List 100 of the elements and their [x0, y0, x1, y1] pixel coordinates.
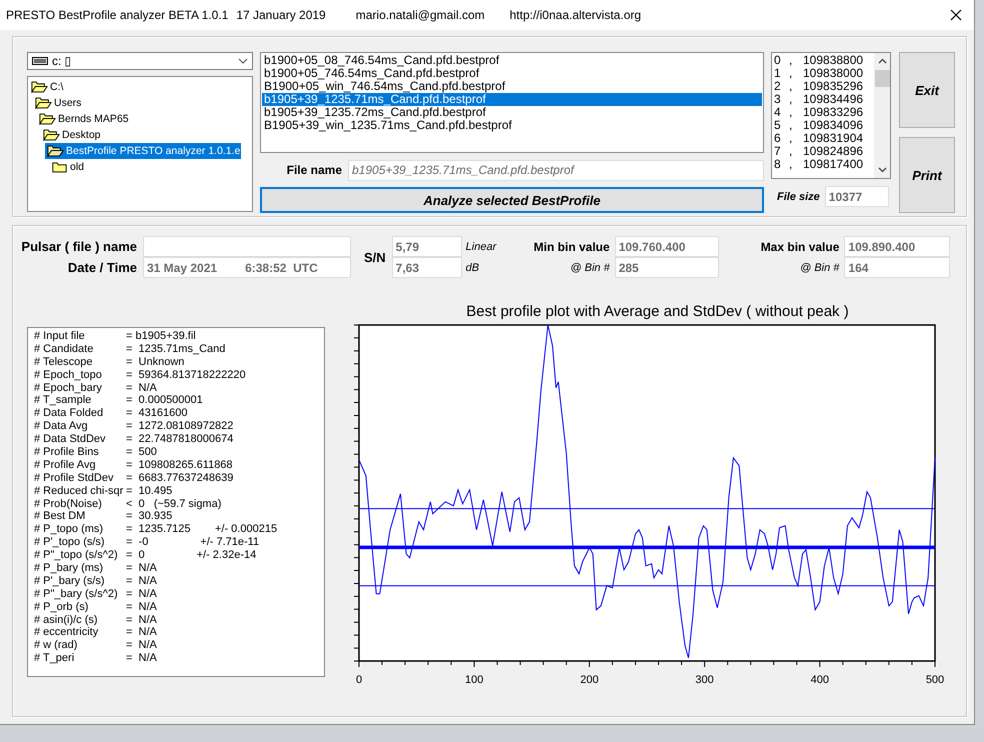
separator: , [789, 132, 794, 145]
file-item[interactable]: b1900+05_08_746.54ms_Cand.pfd.bestprof [262, 54, 762, 67]
header-value: = 0.000500001 [126, 394, 203, 408]
bin-value: 109838800 [803, 54, 864, 67]
header-key: # Data StdDev [34, 433, 126, 446]
close-icon[interactable] [950, 9, 962, 21]
file-name-field[interactable]: b1905+39_1235.71ms_Cand.pfd.bestprof [348, 160, 764, 180]
header-value: = N/A [126, 600, 157, 614]
field-label: Max bin value [760, 240, 840, 254]
analyze-button[interactable]: Analyze selected BestProfile [260, 187, 764, 213]
scroll-up-icon[interactable] [878, 58, 886, 64]
x-tick-label: 100 [465, 674, 484, 686]
time-value: 6:38:52 UTC [245, 260, 318, 274]
file-item[interactable]: B1900+05_win_746.54ms_Cand.pfd.bestprof [262, 80, 762, 93]
separator: , [789, 119, 794, 132]
file-item[interactable]: B1905+39_win_1235.71ms_Cand.pfd.bestprof [262, 119, 762, 132]
pulsar-name-field[interactable] [143, 236, 351, 257]
folder-item[interactable]: C:\ [29, 79, 64, 95]
bin-index: 5 [774, 119, 782, 132]
file-item[interactable]: b1905+39_1235.72ms_Cand.pfd.bestprof [262, 106, 762, 119]
bin-value: 109831904 [803, 132, 864, 145]
plot-title: Best profile plot with Average and StdDev ( without peak ) [465, 302, 850, 322]
field-label: Pulsar ( file ) name [20, 239, 138, 254]
header-value: = 43161600 [126, 407, 188, 420]
website-url: http://i0naa.altervista.org [510, 8, 642, 22]
header-value: = N/A [126, 574, 157, 588]
folder-item[interactable]: Bernds MAP65 [29, 111, 130, 127]
separator: , [789, 93, 794, 106]
min-bin-value-field: 109.760.400 [614, 236, 719, 257]
bin-value: 109835296 [803, 80, 864, 93]
header-key: # Candidate [34, 342, 126, 356]
header-key: # Data Avg [34, 420, 126, 434]
header-key: # Input file [34, 330, 126, 343]
field-label: @ Bin # [569, 262, 611, 274]
header-value: = b1905+39.fil [126, 330, 196, 343]
author-email: mario.natali@gmail.com [356, 8, 485, 22]
min-bin-index-field: 285 [614, 257, 719, 278]
header-key: # P_orb (s) [34, 600, 126, 614]
header-value: = 1235.7125 +/- 0.000215 [126, 523, 278, 536]
action-button[interactable]: Print [899, 137, 955, 213]
header-key: # Epoch_bary [34, 382, 126, 394]
header-key: # Data Folded [34, 407, 126, 420]
bin-value: 109824896 [803, 145, 864, 158]
bin-value: 109833296 [803, 106, 864, 119]
scroll-thumb[interactable] [874, 70, 890, 87]
separator: , [789, 106, 794, 119]
folder-item[interactable]: BestProfile PRESTO analyzer 1.0.1.e [45, 143, 242, 159]
header-value: = N/A [126, 614, 157, 626]
bin-value: 109834096 [803, 119, 864, 132]
separator: , [789, 158, 794, 171]
header-key: # Profile StdDev [34, 472, 126, 485]
bin-index: 4 [774, 106, 782, 119]
window-title: PRESTO BestProfile analyzer BETA 1.0.1 [6, 8, 228, 22]
bin-value: 109834496 [803, 93, 864, 106]
header-key: # P'_topo (s/s) [34, 536, 126, 550]
folder-item[interactable]: Desktop [29, 127, 102, 143]
field-label: File size [777, 190, 820, 202]
folder-item[interactable]: Users [29, 95, 82, 111]
header-value: = 6683.77637248639 [126, 472, 234, 485]
bin-index: 8 [774, 158, 782, 171]
separator: , [789, 145, 794, 158]
file-size-field: 10377 [824, 186, 889, 207]
drive-dropdown[interactable]: c: ▯ [27, 52, 253, 70]
folder-item[interactable]: old [29, 159, 86, 175]
bin-index: 2 [774, 80, 782, 93]
header-value: = 500 [126, 446, 157, 459]
file-item[interactable]: b1900+05_746.54ms_Cand.pfd.bestprof [262, 67, 762, 80]
chevron-down-icon [238, 58, 248, 64]
header-value: = Unknown [126, 356, 184, 369]
bin-index: 6 [774, 132, 782, 145]
header-key: # Best DM [34, 510, 126, 524]
header-key: # P'_bary (s/s) [34, 574, 126, 588]
header-key: # P"_bary (s/s^2) [34, 588, 126, 601]
bin-index: 7 [774, 145, 782, 158]
bin-index: 0 [774, 54, 782, 67]
header-value: = 22.7487818000674 [126, 433, 234, 446]
file-item[interactable]: b1905+39_1235.71ms_Cand.pfd.bestprof [262, 93, 762, 106]
action-button[interactable]: Exit [899, 52, 955, 128]
header-key: # w (rad) [34, 639, 126, 652]
header-key: # T_peri [34, 652, 126, 666]
header-key: # P"_topo (s/s^2) [34, 549, 126, 562]
bin-index: 1 [774, 67, 782, 80]
header-key: # T_sample [34, 394, 126, 408]
header-key: # Epoch_topo [34, 368, 126, 382]
scroll-down-icon[interactable] [878, 167, 886, 173]
sn-db-field: 7,63 [392, 257, 462, 278]
header-value: = N/A [126, 588, 157, 601]
header-key: # Profile Bins [34, 446, 126, 459]
header-value: = 1235.71ms_Cand [126, 342, 226, 356]
header-value: = -0 +/- 7.71e-11 [126, 536, 260, 550]
header-value: = N/A [126, 626, 157, 640]
header-value: = 30.935 [126, 510, 172, 524]
header-value: = 1272.08108972822 [126, 420, 234, 434]
x-tick-label: 200 [580, 674, 599, 686]
open-folder-icon [31, 80, 48, 94]
header-value: = N/A [126, 639, 157, 652]
scrollbar[interactable] [874, 53, 890, 178]
header-key: # P_bary (ms) [34, 562, 126, 575]
header-value: = N/A [126, 652, 157, 666]
header-value: = N/A [126, 382, 157, 394]
